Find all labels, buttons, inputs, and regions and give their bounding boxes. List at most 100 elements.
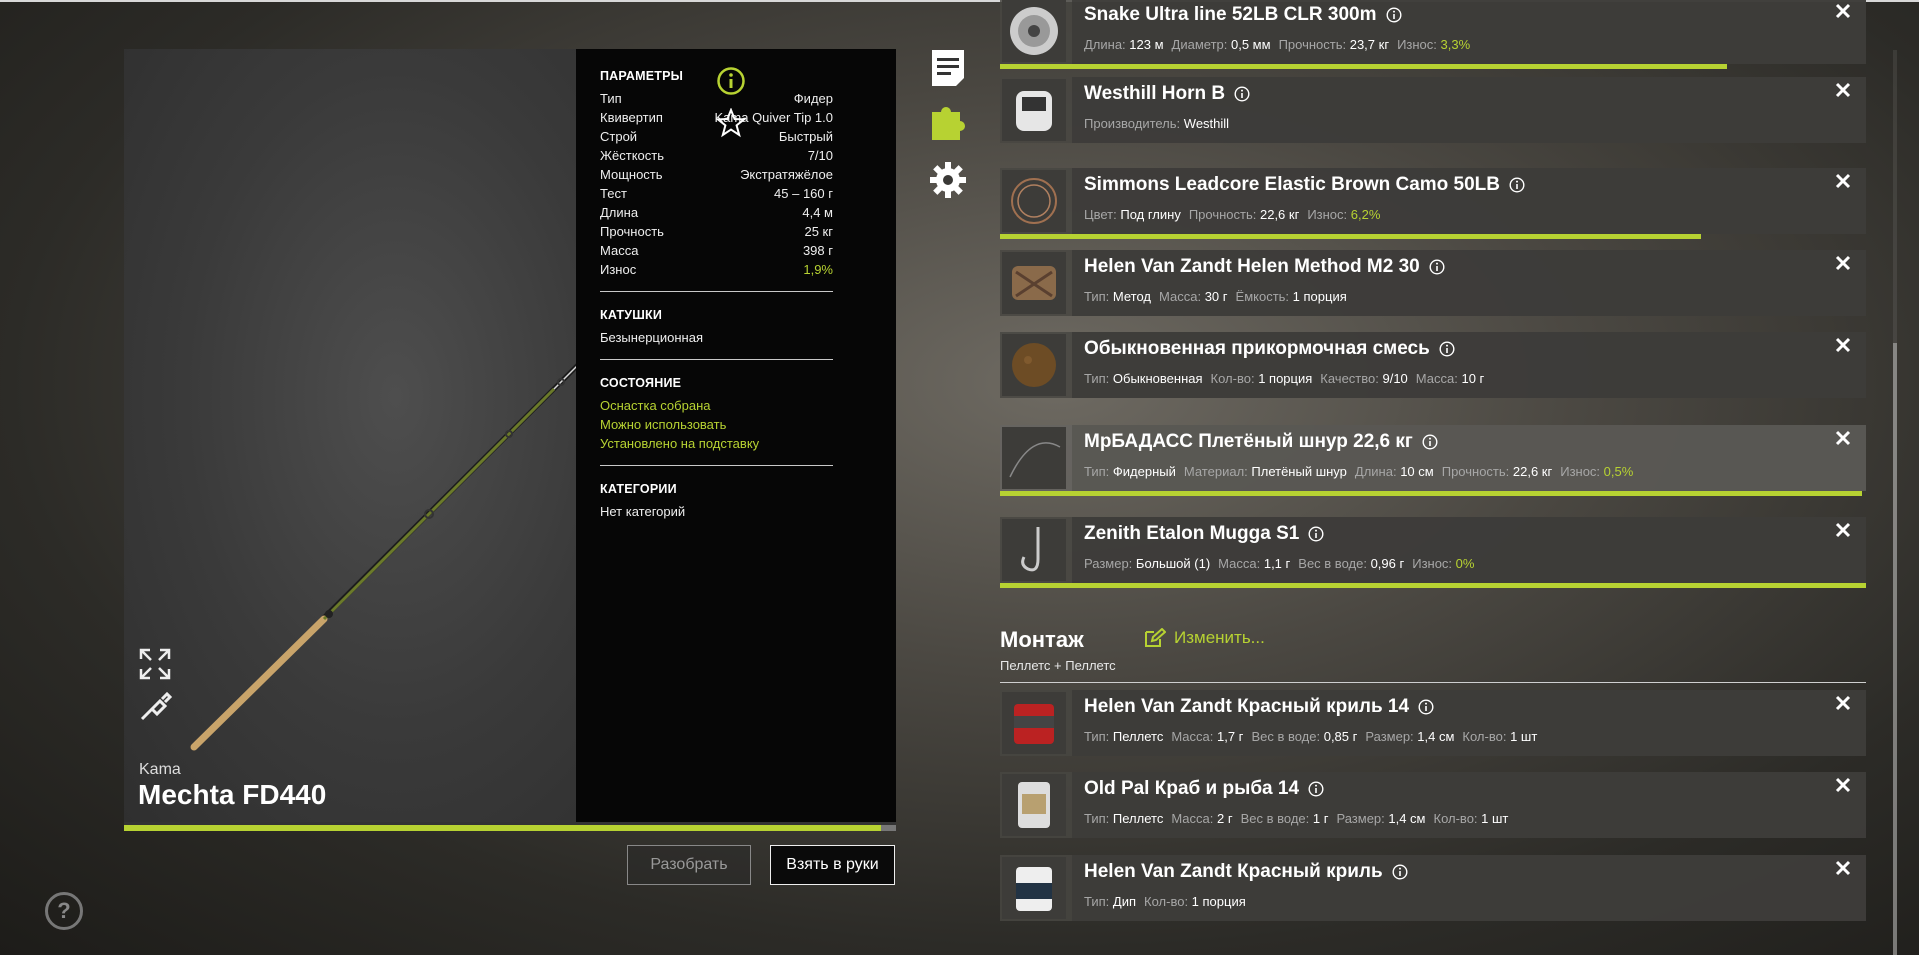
info-icon[interactable] [1439,341,1455,357]
tackle-item[interactable]: Helen Van Zandt Helen Method M2 30 Тип: М… [1000,250,1866,316]
param-key: Квивертип [600,110,663,125]
item-body: Simmons Leadcore Elastic Brown Camo 50LB… [1072,168,1866,234]
close-icon[interactable] [1834,776,1852,794]
info-icon[interactable] [1308,526,1324,542]
close-icon[interactable] [1834,254,1852,272]
scrollbar[interactable] [1893,50,1897,955]
close-icon[interactable] [1834,336,1852,354]
tackle-item[interactable]: Old Pal Краб и рыба 14 Тип: Пеллетс Масса:… [1000,772,1866,838]
expand-icon[interactable] [138,647,172,681]
info-icon[interactable] [1385,7,1402,23]
info-icon[interactable] [1308,781,1324,797]
tackle-item[interactable]: Westhill Horn B Производитель: Westhill [1000,77,1866,143]
item-props: Тип: Пеллетс Масса: 2 г Вес в воде: 1 г Раз… [1084,811,1516,826]
param-value: 25 кг [804,224,833,239]
tackle-item[interactable]: Helen Van Zandt Красный криль 14 Тип: Пел… [1000,690,1866,756]
tackle-item[interactable]: Обыкновенная прикормочная смесь Тип: Обык… [1000,332,1866,398]
item-name-text: Westhill Horn B [1084,83,1226,104]
divider [600,359,833,360]
brush-icon[interactable] [138,689,172,723]
prop-value: Дип [1112,894,1137,909]
scrollbar-thumb[interactable] [1893,343,1897,955]
item-wear-bar [1000,491,1862,496]
param-value: 1,9% [803,262,833,277]
prop-key: Износ: [1412,556,1456,571]
param-row: Жёсткость 7/10 [600,146,833,165]
item-name: Westhill Horn B [1084,83,1250,105]
state-item: Оснастка собрана [600,398,711,413]
param-row: Длина 4,4 м [600,203,833,222]
prop-value: 1 порция [1258,371,1313,386]
prop-value: 1,1 г [1263,556,1291,571]
prop-value: 0,5 мм [1231,37,1271,52]
param-key: Износ [600,262,637,277]
prop-key: Износ: [1307,207,1351,222]
info-icon[interactable] [1429,259,1445,275]
param-key: Тест [600,186,627,201]
rod-image [190,363,576,751]
prop-value: 123 м [1129,37,1164,52]
prop-key: Длина: [1084,37,1130,52]
close-icon[interactable] [1834,521,1852,539]
info-icon[interactable] [1418,699,1434,715]
prop-key: Размер: [1084,556,1136,571]
prop-key: Диаметр: [1171,37,1231,52]
rod-wear-bar [124,825,896,831]
prop-key: Тип: [1084,729,1113,744]
prop-value: Пеллетс [1112,729,1164,744]
prop-key: Вес в воде: [1240,811,1313,826]
info-icon[interactable] [1422,434,1438,450]
prop-key: Износ: [1397,37,1441,52]
close-icon[interactable] [1834,2,1852,20]
take-in-hands-button[interactable]: Взять в руки [770,845,895,885]
item-thumbnail [1002,252,1066,314]
tackle-item[interactable]: МрБАДАСС Плетёный шнур 22,6 кг Тип: Фидер… [1000,425,1866,491]
prop-key: Вес в воде: [1251,729,1324,744]
mount-edit-button[interactable]: Изменить... [1144,628,1265,648]
info-icon[interactable] [1509,177,1525,193]
mount-subtitle: Пеллетс + Пеллетс [1000,658,1116,673]
tackle-item[interactable]: Simmons Leadcore Elastic Brown Camo 50LB… [1000,168,1866,234]
prop-key: Качество: [1320,371,1383,386]
rod-preview[interactable]: Kama Mechta FD440 [124,49,576,822]
rod-panel: Kama Mechta FD440 ПАРАМЕТРЫ Тип Фидер Квив… [124,49,896,829]
close-icon[interactable] [1834,429,1852,447]
item-name: Helen Van Zandt Красный криль [1084,861,1408,883]
help-button[interactable]: ? [45,892,83,930]
prop-key: Тип: [1084,289,1113,304]
item-name: Zenith Etalon Mugga S1 [1084,523,1324,545]
close-icon[interactable] [1834,172,1852,190]
prop-key: Кол-во: [1462,729,1511,744]
item-name: Old Pal Краб и рыба 14 [1084,778,1324,800]
tackle-item[interactable]: Zenith Etalon Mugga S1 Размер: Большой (1… [1000,517,1866,583]
star-icon[interactable] [716,108,746,138]
param-key: Масса [600,243,639,258]
param-key: Жёсткость [600,148,664,163]
item-name-text: Обыкновенная прикормочная смесь [1084,338,1430,359]
prop-key: Размер: [1336,811,1389,826]
prop-value: 22,6 кг [1259,207,1300,222]
puzzle-icon[interactable] [928,102,968,142]
info-icon[interactable] [1392,864,1408,880]
item-name-text: Zenith Etalon Mugga S1 [1084,523,1300,544]
gear-icon[interactable] [928,160,968,200]
prop-key: Ёмкость: [1235,289,1293,304]
item-props: Тип: Пеллетс Масса: 1,7 г Вес в воде: 0,85… [1084,729,1545,744]
categories-value: Нет категорий [600,504,686,519]
close-icon[interactable] [1834,81,1852,99]
prop-value: 0,5% [1603,464,1634,479]
info-icon[interactable] [716,66,746,96]
edit-icon [1145,628,1166,647]
notes-icon[interactable] [928,48,968,88]
tackle-item[interactable]: Snake Ultra line 52LB CLR 300m Длина: 123… [1000,0,1866,64]
close-icon[interactable] [1834,859,1852,877]
disassemble-button[interactable]: Разобрать [627,845,751,885]
tackle-item[interactable]: Helen Van Zandt Красный криль Тип: Дип Кол… [1000,855,1866,921]
prop-value: 1,4 см [1388,811,1426,826]
prop-key: Производитель: [1084,116,1184,131]
prop-value: 22,6 кг [1512,464,1553,479]
item-props: Тип: Обыкновенная Кол-во: 1 порция Качеств… [1084,371,1492,386]
info-icon[interactable] [1234,86,1250,102]
close-icon[interactable] [1834,694,1852,712]
prop-key: Масса: [1171,811,1217,826]
